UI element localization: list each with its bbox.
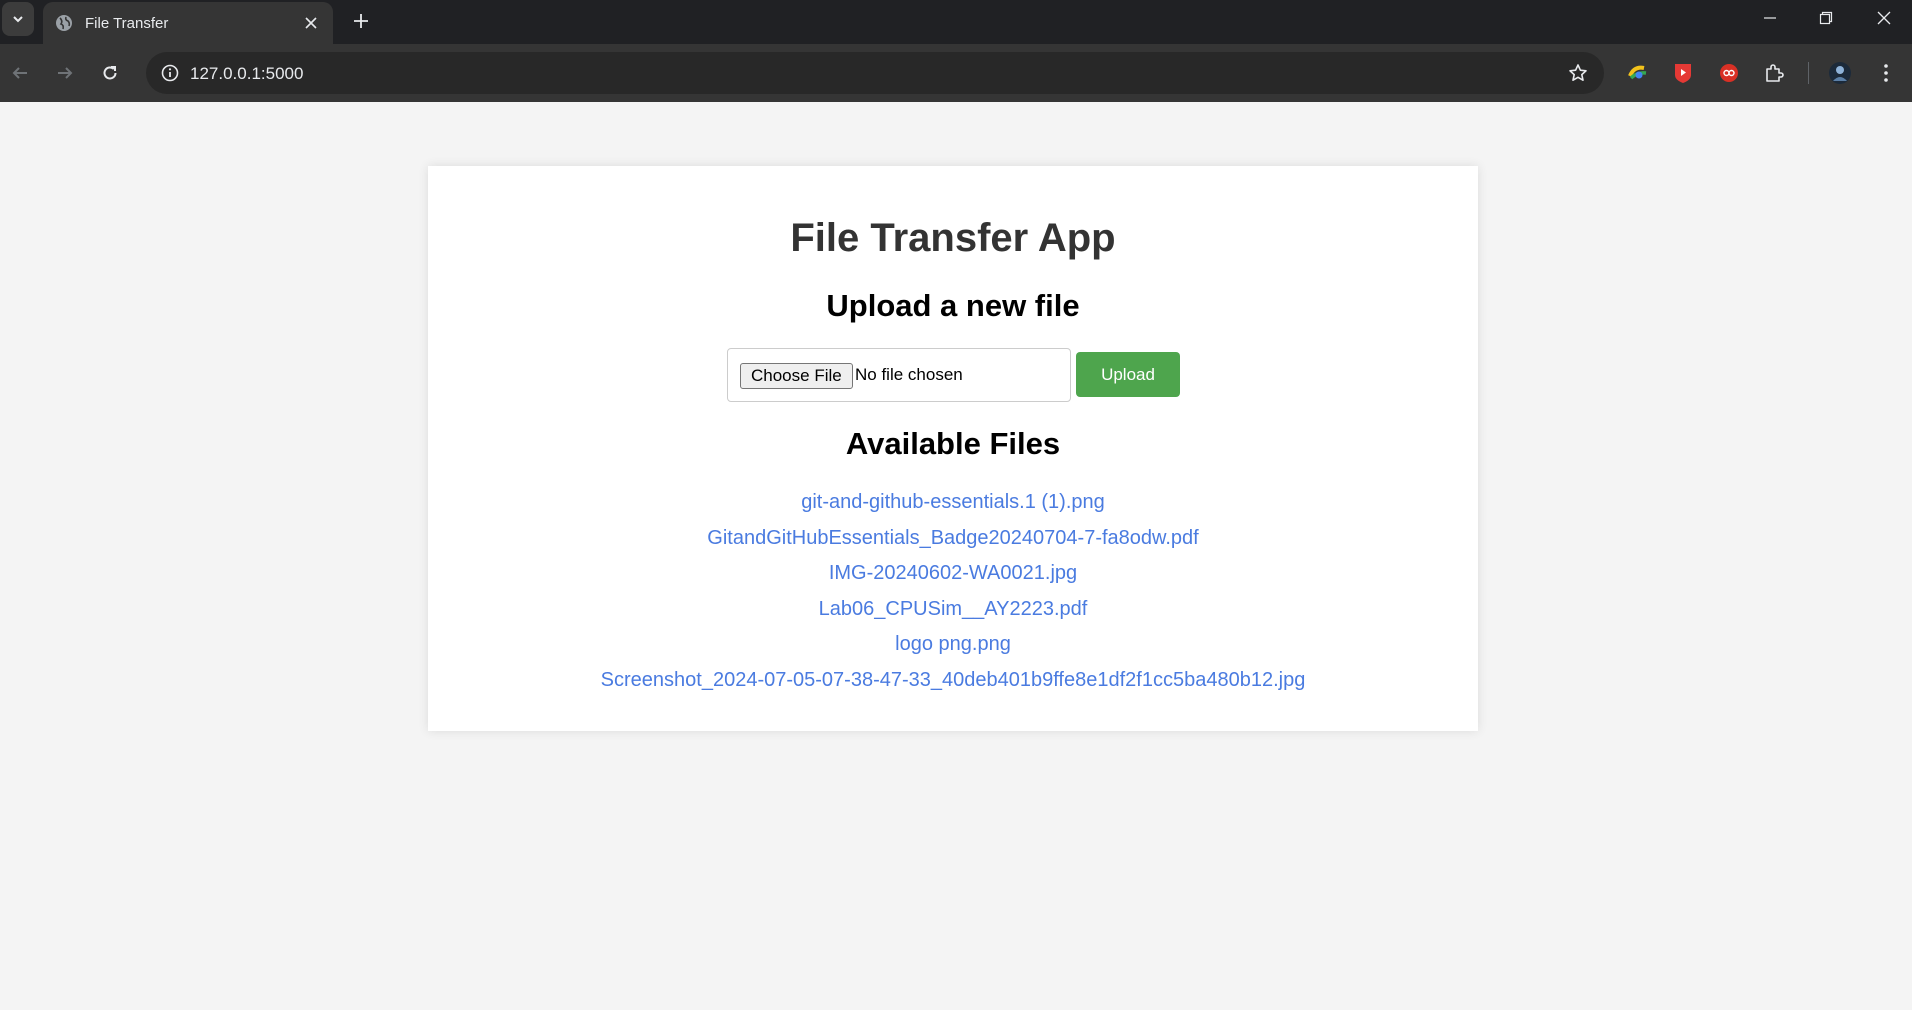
- upload-button[interactable]: Upload: [1076, 352, 1180, 397]
- file-link[interactable]: IMG-20240602-WA0021.jpg: [829, 562, 1077, 584]
- file-transfer-card: File Transfer App Upload a new file Choo…: [428, 166, 1478, 731]
- star-icon: [1569, 64, 1587, 81]
- close-icon: [305, 17, 317, 29]
- plus-icon: [354, 14, 368, 28]
- tab-strip: File Transfer: [0, 0, 1912, 44]
- list-item: Lab06_CPUSim__AY2223.pdf: [428, 592, 1478, 628]
- list-item: logo png.png: [428, 627, 1478, 663]
- address-bar[interactable]: 127.0.0.1:5000: [146, 52, 1604, 94]
- browser-menu-button[interactable]: [1870, 57, 1902, 89]
- red-play-shield-icon: [1675, 64, 1691, 83]
- profile-button[interactable]: [1824, 57, 1856, 89]
- site-info-button[interactable]: [154, 57, 186, 89]
- page-title: File Transfer App: [790, 216, 1116, 260]
- bookmark-button[interactable]: [1562, 57, 1594, 89]
- info-icon: [161, 64, 179, 82]
- file-link[interactable]: Lab06_CPUSim__AY2223.pdf: [819, 598, 1088, 620]
- file-link[interactable]: git-and-github-essentials.1 (1).png: [801, 491, 1105, 513]
- back-button[interactable]: [4, 57, 36, 89]
- tab-search-button[interactable]: [2, 2, 34, 36]
- file-link[interactable]: logo png.png: [895, 633, 1011, 655]
- tab-close-button[interactable]: [299, 11, 323, 35]
- extension-2-button[interactable]: [1667, 57, 1699, 89]
- browser-toolbar: 127.0.0.1:5000: [0, 44, 1912, 102]
- globe-icon: [56, 15, 72, 31]
- file-status-text: No file chosen: [855, 365, 963, 384]
- file-link[interactable]: Screenshot_2024-07-05-07-38-47-33_40deb4…: [601, 669, 1306, 691]
- minimize-icon: [1764, 17, 1776, 19]
- chevron-down-icon: [13, 16, 23, 23]
- close-window-button[interactable]: [1856, 0, 1912, 36]
- reload-button[interactable]: [94, 57, 126, 89]
- extensions-button[interactable]: [1758, 57, 1790, 89]
- choose-file-button[interactable]: Choose File: [740, 363, 853, 389]
- restore-button[interactable]: [1798, 0, 1854, 36]
- tab-title: File Transfer: [85, 14, 169, 32]
- close-icon: [1877, 11, 1891, 25]
- arrow-left-icon: [12, 67, 27, 79]
- new-tab-button[interactable]: [346, 6, 376, 36]
- extension-3-button[interactable]: [1713, 57, 1745, 89]
- upload-heading: Upload a new file: [826, 288, 1080, 323]
- arrow-right-icon: [58, 67, 73, 79]
- colorful-extension-icon: [1628, 65, 1647, 80]
- avatar: [1829, 62, 1851, 84]
- file-list: git-and-github-essentials.1 (1).png Gita…: [428, 485, 1478, 699]
- available-files-heading: Available Files: [845, 426, 1061, 461]
- reload-icon: [103, 66, 117, 80]
- file-link[interactable]: GitandGitHubEssentials_Badge20240704-7-f…: [707, 527, 1198, 549]
- forward-button[interactable]: [49, 57, 81, 89]
- kebab-menu-icon: [1884, 64, 1888, 82]
- list-item: Screenshot_2024-07-05-07-38-47-33_40deb4…: [428, 663, 1478, 699]
- list-item: IMG-20240602-WA0021.jpg: [428, 556, 1478, 592]
- toolbar-divider: [1808, 62, 1809, 84]
- minimize-button[interactable]: [1742, 0, 1798, 36]
- url-text: 127.0.0.1:5000: [190, 64, 304, 83]
- file-input[interactable]: Choose File No file chosen: [727, 348, 1071, 402]
- extension-1-button[interactable]: [1622, 57, 1654, 89]
- red-circle-extension-icon: [1720, 64, 1738, 82]
- list-item: GitandGitHubEssentials_Badge20240704-7-f…: [428, 521, 1478, 557]
- tab-file-transfer[interactable]: File Transfer: [43, 2, 333, 44]
- restore-icon: [1819, 11, 1833, 25]
- puzzle-icon: [1766, 64, 1784, 82]
- list-item: git-and-github-essentials.1 (1).png: [428, 485, 1478, 521]
